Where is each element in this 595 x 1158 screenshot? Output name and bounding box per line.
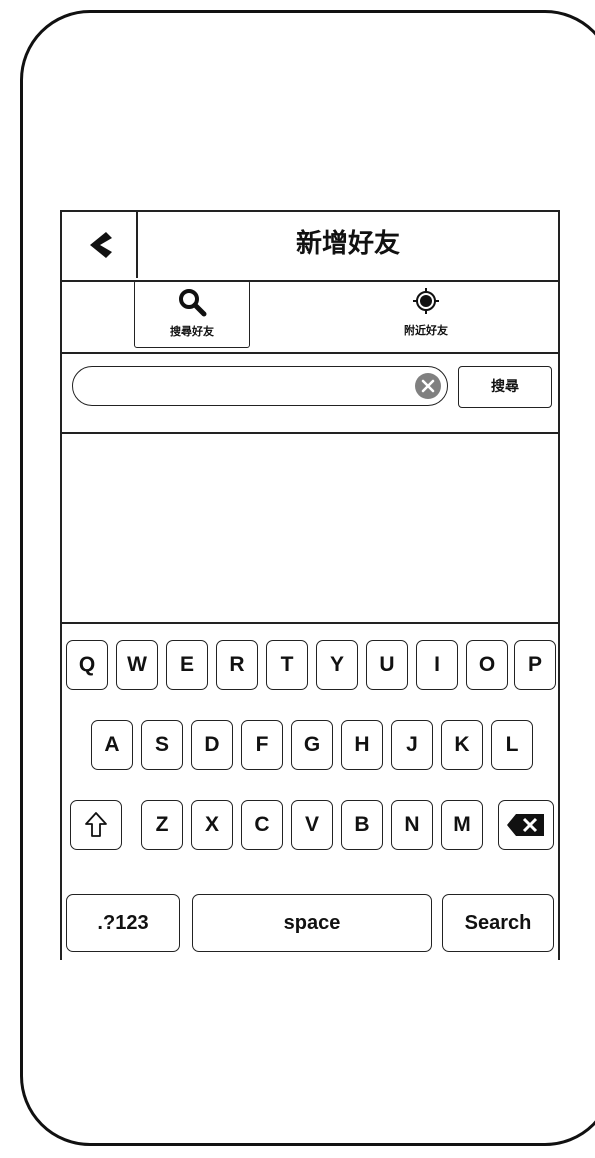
clear-icon[interactable] <box>415 373 441 399</box>
chevron-left-icon <box>90 232 112 258</box>
space-key[interactable]: space <box>192 894 432 952</box>
search-field[interactable] <box>72 366 448 406</box>
app-screen: 新增好友 搜尋好友 附近好友 搜尋 Q W E R T Y U I O P A … <box>60 210 560 960</box>
key-v[interactable]: V <box>291 800 333 850</box>
key-q[interactable]: Q <box>66 640 108 690</box>
key-p[interactable]: P <box>514 640 556 690</box>
key-z[interactable]: Z <box>141 800 183 850</box>
back-button[interactable] <box>62 212 138 278</box>
key-a[interactable]: A <box>91 720 133 770</box>
key-y[interactable]: Y <box>316 640 358 690</box>
location-target-icon <box>413 288 439 314</box>
search-button[interactable]: 搜尋 <box>458 366 552 408</box>
key-n[interactable]: N <box>391 800 433 850</box>
key-o[interactable]: O <box>466 640 508 690</box>
key-x[interactable]: X <box>191 800 233 850</box>
key-j[interactable]: J <box>391 720 433 770</box>
keyboard: Q W E R T Y U I O P A S D F G H J K L Z … <box>62 622 558 960</box>
keyboard-search-key[interactable]: Search <box>442 894 554 952</box>
key-u[interactable]: U <box>366 640 408 690</box>
tab-bar: 搜尋好友 附近好友 <box>62 280 558 354</box>
key-r[interactable]: R <box>216 640 258 690</box>
key-f[interactable]: F <box>241 720 283 770</box>
key-g[interactable]: G <box>291 720 333 770</box>
shift-icon <box>85 812 107 837</box>
search-icon <box>179 289 207 317</box>
shift-key[interactable] <box>70 800 122 850</box>
tab-label: 搜尋好友 <box>170 325 214 338</box>
numbers-key[interactable]: .?123 <box>66 894 180 952</box>
key-i[interactable]: I <box>416 640 458 690</box>
key-e[interactable]: E <box>166 640 208 690</box>
backspace-icon <box>507 814 544 836</box>
key-h[interactable]: H <box>341 720 383 770</box>
search-input[interactable] <box>89 375 403 399</box>
tab-label: 附近好友 <box>404 324 448 337</box>
key-t[interactable]: T <box>266 640 308 690</box>
key-d[interactable]: D <box>191 720 233 770</box>
key-w[interactable]: W <box>116 640 158 690</box>
tab-search-friends[interactable]: 搜尋好友 <box>134 280 250 348</box>
header-bar: 新增好友 <box>62 212 558 282</box>
results-area <box>62 434 558 620</box>
tab-nearby-friends[interactable]: 附近好友 <box>368 280 484 348</box>
key-b[interactable]: B <box>341 800 383 850</box>
search-bar: 搜尋 <box>62 354 558 434</box>
key-k[interactable]: K <box>441 720 483 770</box>
backspace-key[interactable] <box>498 800 554 850</box>
page-title: 新增好友 <box>295 229 400 259</box>
key-c[interactable]: C <box>241 800 283 850</box>
key-m[interactable]: M <box>441 800 483 850</box>
key-l[interactable]: L <box>491 720 533 770</box>
key-s[interactable]: S <box>141 720 183 770</box>
